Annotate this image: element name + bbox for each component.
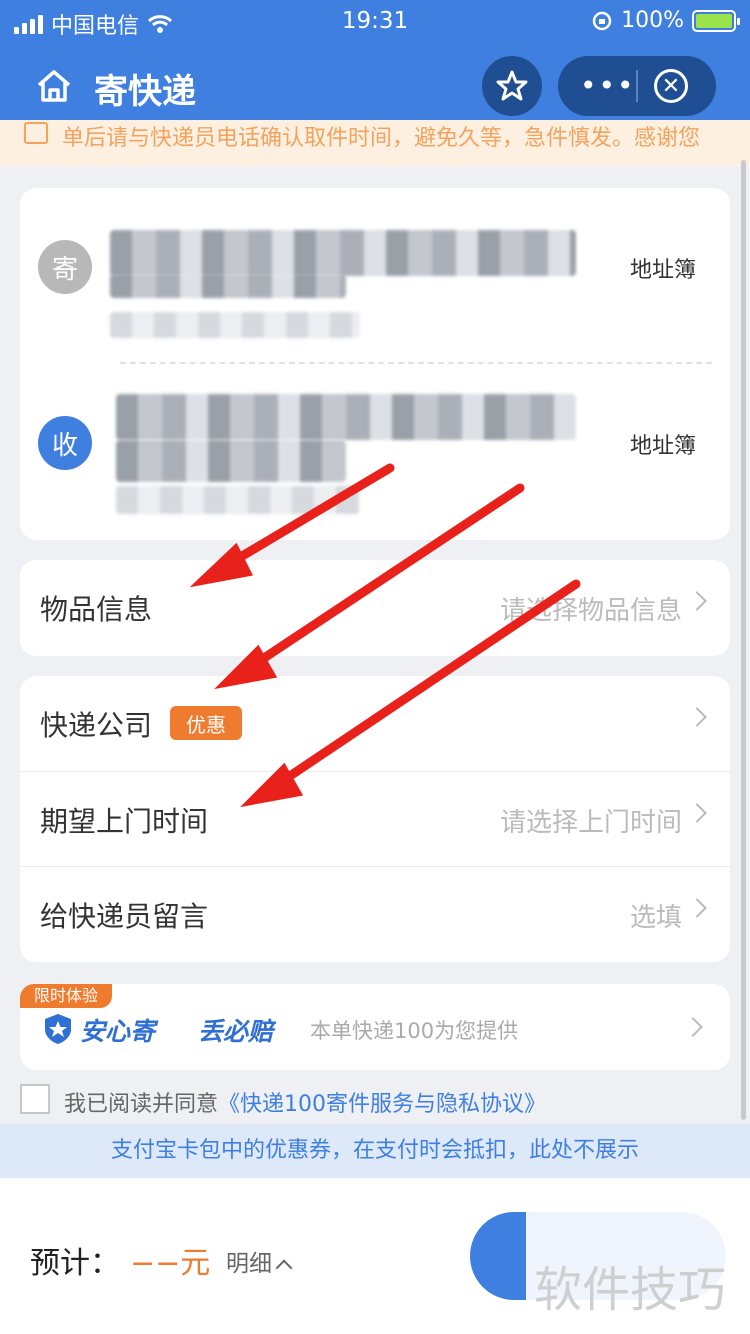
receiver-address-book-link[interactable]: 地址簿 xyxy=(630,428,696,460)
watermark: 软件技巧 xyxy=(526,1208,750,1334)
coupon-tip: 支付宝卡包中的优惠券，在支付时会抵扣，此处不展示 xyxy=(0,1124,750,1178)
message-row[interactable]: 给快递员留言 选填 xyxy=(20,866,730,960)
estimate-price: −−元 xyxy=(130,1246,211,1281)
promo-badge: 优惠 xyxy=(170,706,242,740)
rotation-lock-icon xyxy=(592,11,612,30)
notice-bar: 单后请与快递员电话确认取件时间，避免久等，急件慎发。感谢您 xyxy=(0,120,750,166)
item-info-label: 物品信息 xyxy=(40,593,153,626)
insurance-card[interactable]: 限时体验 安心寄 丢必赔 本单快递100为您提供 xyxy=(20,984,730,1070)
detail-label: 明细 xyxy=(226,1251,272,1277)
agreement-link[interactable]: 《快递100寄件服务与隐私协议》 xyxy=(218,1092,546,1117)
home-icon[interactable] xyxy=(34,66,74,106)
notice-text: 单后请与快递员电话确认取件时间，避免久等，急件慎发。感谢您 xyxy=(62,126,701,151)
agreement-row: 我已阅读并同意《快递100寄件服务与隐私协议》 xyxy=(20,1084,730,1117)
address-divider xyxy=(120,362,712,364)
battery-percent: 100% xyxy=(621,8,684,33)
receiver-badge: 收 xyxy=(38,416,92,470)
chevron-right-icon xyxy=(687,707,707,727)
item-info-row[interactable]: 物品信息 请选择物品信息 xyxy=(20,560,730,654)
message-value: 选填 xyxy=(629,903,682,933)
status-bar: 中国电信 19:31 100% xyxy=(0,6,750,40)
bottom-bar: 预计： −−元 明细 软件技巧 xyxy=(0,1178,750,1334)
pickup-time-label: 期望上门时间 xyxy=(40,805,209,838)
watermark-text: 软件技巧 xyxy=(534,1262,727,1318)
diubi-brand: 丢必赔 xyxy=(198,1017,274,1046)
chevron-right-icon xyxy=(687,898,707,918)
limited-time-tag: 限时体验 xyxy=(20,984,113,1008)
sender-address-book-link[interactable]: 地址簿 xyxy=(630,252,696,284)
courier-label: 快递公司 xyxy=(40,709,153,742)
chevron-right-icon xyxy=(687,803,707,823)
notice-icon xyxy=(24,122,48,144)
chevron-up-icon xyxy=(275,1259,293,1277)
chevron-right-icon xyxy=(687,591,707,611)
sender-contact-redacted xyxy=(110,312,360,338)
receiver-contact-redacted xyxy=(116,486,360,514)
capsule-divider xyxy=(636,70,638,102)
pickup-time-row[interactable]: 期望上门时间 请选择上门时间 xyxy=(20,771,730,865)
pickup-time-value: 请选择上门时间 xyxy=(499,808,682,838)
receiver-address-redacted-2 xyxy=(116,440,346,482)
page-title: 寄快递 xyxy=(94,72,196,112)
nav-bar: 寄快递 ••• ✕ xyxy=(0,52,750,120)
mini-program-capsule: ••• ✕ xyxy=(558,56,716,116)
anxin-brand: 安心寄 xyxy=(80,1017,156,1046)
insurance-desc: 本单快递100为您提供 xyxy=(310,1019,519,1043)
shipping-options-card: 快递公司 优惠 期望上门时间 请选择上门时间 给快递员留言 选填 xyxy=(20,676,730,962)
more-icon[interactable]: ••• xyxy=(580,72,636,100)
scrollbar[interactable] xyxy=(741,160,746,1120)
address-card: 寄 地址簿 收 地址簿 xyxy=(20,188,730,540)
agreement-prefix: 我已阅读并同意 xyxy=(64,1092,219,1117)
estimate-label: 预计： xyxy=(30,1246,120,1281)
star-icon xyxy=(496,70,528,101)
chevron-right-icon xyxy=(683,1017,703,1037)
agreement-text: 我已阅读并同意《快递100寄件服务与隐私协议》 xyxy=(64,1086,546,1118)
sender-address-redacted-2 xyxy=(110,274,346,298)
courier-row[interactable]: 快递公司 优惠 xyxy=(20,676,730,770)
shield-icon xyxy=(45,1014,71,1044)
item-info-card: 物品信息 请选择物品信息 xyxy=(20,560,730,656)
item-info-value: 请选择物品信息 xyxy=(499,596,682,626)
app-header: 中国电信 19:31 100% 寄快递 ••• ✕ xyxy=(0,0,750,130)
battery-icon xyxy=(692,9,740,32)
sender-address-redacted[interactable] xyxy=(110,230,576,276)
sender-badge: 寄 xyxy=(38,240,92,294)
message-label: 给快递员留言 xyxy=(40,900,209,933)
close-circle-icon[interactable]: ✕ xyxy=(654,69,688,103)
favorite-button[interactable] xyxy=(482,56,542,116)
price-detail-toggle[interactable]: 明细 xyxy=(226,1244,293,1278)
agreement-checkbox[interactable] xyxy=(20,1084,50,1114)
receiver-address-redacted[interactable] xyxy=(116,394,576,440)
